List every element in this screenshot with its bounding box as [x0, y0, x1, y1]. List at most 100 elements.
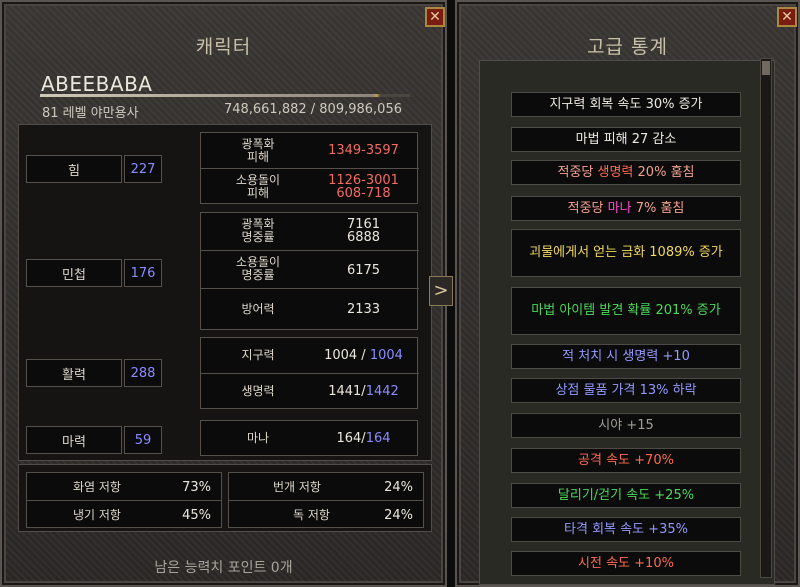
- close-icon[interactable]: ✕: [425, 7, 445, 27]
- stat-part: 7% 훔침: [631, 200, 685, 216]
- list-item: 적 처치 시 생명력 +10: [511, 344, 741, 369]
- cold-resist-value: 45%: [182, 508, 211, 523]
- damage-whirlwind-label: 소용돌이 피해: [235, 173, 281, 200]
- life-label: 생명력: [241, 384, 275, 398]
- poison-resist: 독 저항 24%: [229, 501, 423, 529]
- list-item: 적중당 마나 7% 훔침: [511, 196, 741, 221]
- experience-value: 748,661,882 / 809,986,056: [223, 102, 402, 117]
- attr-dexterity-value: 176: [124, 259, 162, 287]
- level-class: 81 레벨 야만용사: [42, 106, 139, 121]
- attr-strength-label: 힘: [26, 155, 122, 183]
- close-icon[interactable]: ✕: [777, 7, 797, 27]
- stat-part: 달리기/걷기 속도 +25%: [557, 487, 695, 503]
- list-item: 적중당 생명력 20% 훔침: [511, 160, 741, 185]
- stamina-label: 지구력: [241, 348, 275, 362]
- lightning-resist-value: 24%: [384, 480, 413, 495]
- resist-right: 번개 저항 24% 독 저항 24%: [228, 472, 424, 528]
- stat-part: 마법 아이템 발견 확률 201% 증가: [531, 303, 721, 318]
- stat-part: 공격 속도 +70%: [578, 452, 674, 468]
- stat-text: 달리기/걷기 속도 +25%: [558, 486, 694, 506]
- attr-energy-value: 59: [124, 426, 162, 454]
- defense-value: 2133: [346, 302, 381, 317]
- stat-part: 상점 물품 가격 13% 하락: [555, 382, 697, 398]
- resist-left: 화염 저항 73% 냉기 저항 45%: [26, 472, 222, 528]
- damage-group: 광폭화 피해 1349-3597 소용돌이 피해 1126-3001 608-718: [200, 132, 419, 205]
- stat-text: 시전 속도 +10%: [578, 554, 674, 574]
- damage-frenzy-label: 광폭화 피해: [241, 137, 275, 164]
- remaining-points: 남은 능력치 포인트 0개: [154, 560, 293, 576]
- stat-text: 공격 속도 +70%: [578, 451, 674, 471]
- stat-text: 적중당 생명력 20% 훔침: [558, 163, 695, 183]
- mana: 마나 164/164: [200, 420, 418, 456]
- list-item: 괴물에게서 얻는 금화 1089% 증가: [511, 229, 741, 277]
- panel-title: 캐릭터: [195, 36, 252, 58]
- fire-resist-value: 73%: [182, 480, 211, 495]
- stat-part: 마법 피해 27 감소: [575, 131, 677, 147]
- attr-vitality-value: 288: [124, 359, 162, 387]
- damage-whirlwind: 소용돌이 피해 1126-3001 608-718: [201, 169, 419, 205]
- scrollbar-thumb[interactable]: [762, 61, 770, 75]
- attr-vitality-label: 활력: [26, 359, 122, 387]
- stat-text: 마법 아이템 발견 확률 201% 증가: [531, 301, 720, 321]
- rating-frenzy-label: 광폭화 명중률: [241, 217, 275, 244]
- list-item: 시전 속도 +10%: [511, 551, 741, 576]
- attr-dexterity-label: 민첩: [26, 259, 122, 287]
- list-item: 타격 회복 속도 +35%: [511, 517, 741, 542]
- mana-value: 164/164: [336, 431, 391, 446]
- list-item: 마법 피해 27 감소: [511, 127, 741, 152]
- poison-resist-value: 24%: [384, 508, 413, 523]
- stat-part: 마나: [607, 200, 632, 216]
- character-name: ABEEBABA: [41, 72, 153, 96]
- stat-part: 괴물에게서 얻는 금화 1089% 증가: [529, 245, 723, 260]
- stat-text: 지구력 회복 속도 30% 증가: [549, 95, 702, 115]
- mana-label: 마나: [246, 431, 270, 445]
- stat-part: 20% 훔침: [633, 164, 695, 180]
- damage-whirlwind-value: 1126-3001 608-718: [328, 173, 399, 201]
- stat-part: 지구력 회복 속도 30% 증가: [549, 96, 703, 112]
- stat-text: 적중당 마나 7% 훔침: [568, 199, 685, 219]
- advanced-stats-toggle[interactable]: >: [429, 276, 453, 306]
- list-item: 공격 속도 +70%: [511, 448, 741, 473]
- character-panel: ✕ 캐릭터 ABEEBABA 81 레벨 야만용사 748,661,882 / …: [0, 0, 447, 587]
- damage-frenzy: 광폭화 피해 1349-3597: [201, 133, 419, 169]
- stat-text: 마법 피해 27 감소: [576, 130, 677, 150]
- stat-text: 시야 +15: [598, 416, 654, 436]
- rating-group: 광폭화 명중률 7161 6888 소용돌이 명중률 6175 방어력 2133: [200, 212, 419, 330]
- life: 생명력 1441/1442: [201, 374, 419, 410]
- rating-whirlwind: 소용돌이 명중률 6175: [201, 251, 419, 289]
- list-item: 지구력 회복 속도 30% 증가: [511, 92, 741, 117]
- rating-whirlwind-label: 소용돌이 명중률: [235, 255, 281, 282]
- life-value: 1441/1442: [328, 384, 399, 399]
- scrollbar[interactable]: [760, 58, 772, 578]
- stat-part: 적중당: [557, 164, 598, 180]
- list-item: 달리기/걷기 속도 +25%: [511, 483, 741, 508]
- list-item: 마법 아이템 발견 확률 201% 증가: [511, 287, 741, 335]
- rating-frenzy-value: 7161 6888: [346, 217, 381, 245]
- stamina-value: 1004 / 1004: [324, 348, 403, 363]
- stat-part: 시야 +15: [598, 417, 654, 433]
- rating-frenzy: 광폭화 명중률 7161 6888: [201, 213, 419, 251]
- cold-resist: 냉기 저항 45%: [27, 501, 221, 529]
- cold-resist-label: 냉기 저항: [73, 508, 121, 522]
- vitals-group: 지구력 1004 / 1004 생명력 1441/1442: [200, 337, 419, 410]
- defense: 방어력 2133: [201, 289, 419, 329]
- fire-resist: 화염 저항 73%: [27, 473, 221, 501]
- defense-label: 방어력: [241, 302, 275, 316]
- stamina: 지구력 1004 / 1004: [201, 338, 419, 374]
- stat-text: 타격 회복 속도 +35%: [564, 520, 688, 540]
- stat-part: 타격 회복 속도 +35%: [564, 521, 688, 537]
- attr-strength-value: 227: [124, 155, 162, 183]
- stat-part: 적중당: [567, 200, 608, 216]
- stat-part: 생명력: [597, 164, 634, 180]
- lightning-resist-label: 번개 저항: [273, 480, 321, 494]
- fire-resist-label: 화염 저항: [73, 480, 121, 494]
- stat-part: 시전 속도 +10%: [578, 555, 674, 571]
- list-item: 상점 물품 가격 13% 하락: [511, 378, 741, 403]
- lightning-resist: 번개 저항 24%: [229, 473, 423, 501]
- panel-title: 고급 통계: [587, 36, 668, 58]
- damage-frenzy-value: 1349-3597: [328, 143, 399, 158]
- stat-text: 적 처치 시 생명력 +10: [562, 347, 690, 367]
- experience-bar: [40, 94, 410, 97]
- stat-text: 괴물에게서 얻는 금화 1089% 증가: [529, 243, 723, 263]
- list-item: 시야 +15: [511, 413, 741, 438]
